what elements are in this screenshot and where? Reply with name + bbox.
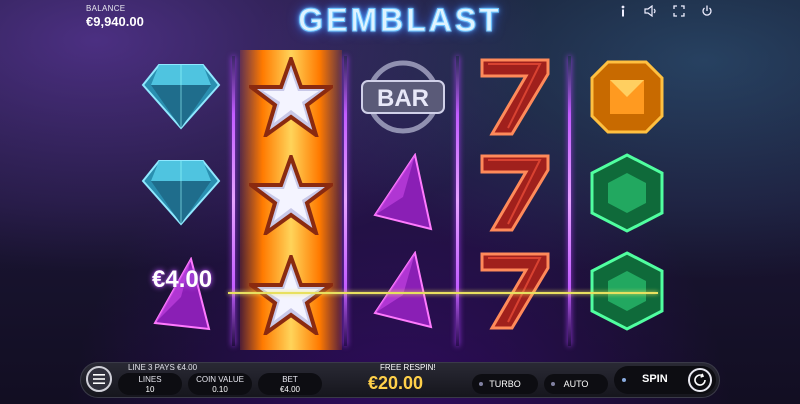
auto-label: AUTO [563,379,589,389]
red-seven-symbol [470,248,560,334]
turbo-button[interactable]: TURBO [472,374,538,394]
turbo-label: TURBO [489,379,521,389]
spin-indicator-icon [622,378,626,382]
reel-1 [130,50,232,350]
hamburger-icon [93,374,105,384]
bet-value: €4.00 [279,385,301,394]
menu-button[interactable] [86,366,112,392]
red-seven-symbol [470,150,560,236]
info-icon[interactable] [616,4,630,18]
top-icons [616,4,714,18]
reel-separator [344,56,347,346]
red-seven-symbol [470,54,560,140]
spin-icon[interactable] [688,368,712,392]
spin-label: SPIN [642,373,668,385]
purple-shard-symbol [358,152,448,238]
sound-icon[interactable] [644,4,658,18]
total-win-amount: €20.00 [368,373,424,393]
coin-value-label: COIN VALUE [196,375,244,384]
top-bar: BALANCE €9,940.00 GEMBLAST [0,0,800,39]
reel-3: BAR [352,50,454,350]
game-logo: GEMBLAST [298,2,502,39]
bet-label: BET [282,375,298,384]
bar-symbol: BAR [358,54,448,140]
control-bar: LINE 3 PAYS €4.00 LINES 10 COIN VALUE 0.… [80,362,720,398]
silver-star-symbol [246,252,336,338]
green-gem-symbol [582,150,672,236]
coin-value-value: 0.10 [212,385,228,394]
reel-area: BAR [130,50,670,350]
reel-separator [568,56,571,346]
coin-value-field[interactable]: COIN VALUE 0.10 [188,373,252,395]
line-pays-text: LINE 3 PAYS €4.00 [128,363,198,372]
spin-button[interactable]: SPIN [614,366,716,394]
green-gem-symbol [582,248,672,334]
blue-diamond-symbol [136,52,226,138]
lines-field[interactable]: LINES 10 [118,373,182,395]
power-icon[interactable] [700,4,714,18]
reel-5 [576,50,678,350]
winning-payline [228,292,658,294]
reel-2 [240,50,342,350]
reel-4 [464,50,566,350]
line-win-amount: €4.00 [152,266,213,293]
balance-value: €9,940.00 [86,14,144,29]
lines-value: 10 [145,385,155,394]
blue-diamond-symbol [136,148,226,234]
svg-text:BAR: BAR [377,85,429,112]
fullscreen-icon[interactable] [672,4,686,18]
silver-star-symbol [246,54,336,140]
bet-field[interactable]: BET €4.00 [258,373,322,395]
auto-indicator-icon [551,382,555,386]
auto-button[interactable]: AUTO [544,374,608,394]
reel-separator [232,56,235,346]
turbo-indicator-icon [479,382,483,386]
silver-star-symbol [246,152,336,238]
orange-gem-symbol [582,54,672,140]
balance-label: BALANCE [86,4,126,13]
free-respin-text: FREE RESPIN! [380,363,436,372]
reel-separator [456,56,459,346]
lines-label: LINES [138,375,162,384]
balance-display: BALANCE €9,940.00 [86,4,144,29]
